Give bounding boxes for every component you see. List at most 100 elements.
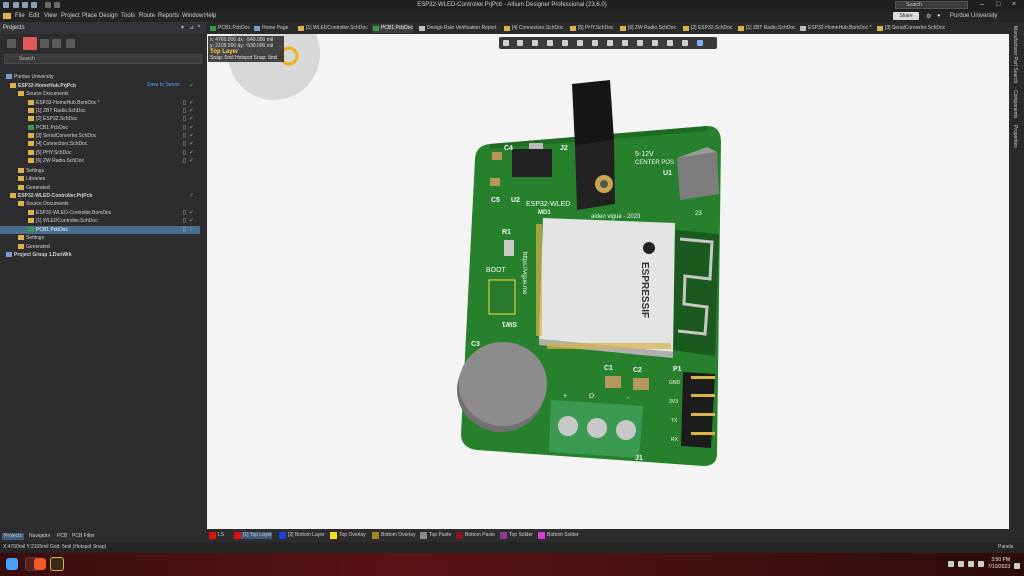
- layer-top-paste[interactable]: Top Paste: [420, 532, 451, 539]
- align-icon[interactable]: [577, 40, 583, 46]
- text-icon[interactable]: [652, 40, 658, 46]
- open-project-icon[interactable]: [40, 39, 49, 48]
- doc-tab[interactable]: Home Page: [253, 24, 288, 33]
- start-icon[interactable]: [6, 558, 18, 570]
- panel-gear-icon[interactable]: [66, 39, 75, 48]
- chart-icon[interactable]: [607, 40, 613, 46]
- layer-bottom-paste[interactable]: Bottom Paste: [456, 532, 495, 539]
- add-icon[interactable]: [532, 40, 538, 46]
- select-rect-icon[interactable]: [547, 40, 553, 46]
- tab-pcb-filter[interactable]: PCB Filter: [70, 533, 97, 540]
- tree-item[interactable]: [4] Connectors.SchDoc ✓ ▯: [0, 140, 200, 148]
- menu-reports[interactable]: Reports: [158, 13, 179, 19]
- tree-item[interactable]: Settings: [0, 234, 200, 242]
- doc-tab[interactable]: [1] ZBT Radio.SchDoc: [737, 24, 796, 33]
- doc-tab[interactable]: [6] ZW Radio.SchDoc: [619, 24, 676, 33]
- tab-manufacturer-part-search[interactable]: Manufacturer Part Search: [1012, 26, 1018, 83]
- route-icon[interactable]: [517, 40, 523, 46]
- tree-item[interactable]: ESP32-WLED-Controller.PrjPcb ✓: [0, 192, 200, 200]
- close-icon[interactable]: ×: [1012, 1, 1016, 8]
- tree-item[interactable]: [1] ZBT Radio.SchDoc ✓ ▯: [0, 107, 200, 115]
- save-to-server-link[interactable]: Save to Server: [147, 82, 180, 88]
- doc-tab-active[interactable]: PCB1.PcbDoc: [372, 24, 413, 33]
- app-menu-icon[interactable]: [3, 13, 11, 19]
- tree-item[interactable]: [3] SerialConverter.SchDoc ✓ ▯: [0, 132, 200, 140]
- tree-item[interactable]: Generated: [0, 243, 200, 251]
- layer-top[interactable]: [1] Top Layer: [234, 532, 272, 539]
- menu-place[interactable]: Place: [82, 13, 97, 19]
- share-button[interactable]: Share: [893, 12, 919, 20]
- layer-top-solder[interactable]: Top Solder: [500, 532, 533, 539]
- tree-item[interactable]: Source Documents: [0, 90, 200, 98]
- menu-edit[interactable]: Edit: [29, 13, 39, 19]
- wifi-icon[interactable]: [958, 561, 964, 567]
- panel-close-icon[interactable]: ×: [197, 24, 201, 30]
- maximize-icon[interactable]: □: [996, 1, 1000, 8]
- menu-window[interactable]: Window: [182, 13, 203, 19]
- tree-item[interactable]: [1] WLEDController.SchDoc ✓ ▯: [0, 217, 200, 225]
- folder-icon[interactable]: [52, 39, 61, 48]
- tab-projects[interactable]: Projects: [2, 533, 25, 540]
- tree-item[interactable]: PCB1.PcbDoc ✓ ▯: [0, 124, 200, 132]
- tree-item[interactable]: ESP32-WLED-Controller.BomDoc ✓ ▯: [0, 209, 200, 217]
- brave-browser-icon[interactable]: [34, 558, 46, 570]
- pin-icon[interactable]: [622, 40, 628, 46]
- tab-components[interactable]: Components: [1012, 90, 1018, 118]
- tree-item[interactable]: Project Group 1.DsnWrk: [0, 251, 200, 259]
- menu-design[interactable]: Design: [99, 13, 118, 19]
- tab-properties[interactable]: Properties: [1012, 125, 1018, 148]
- taskbar-clock[interactable]: 3:50 PM 7/10/2023: [988, 557, 1010, 571]
- tree-item[interactable]: Settings: [0, 167, 200, 175]
- shape-icon[interactable]: [637, 40, 643, 46]
- menu-project[interactable]: Project: [61, 13, 80, 19]
- new-document-icon[interactable]: [23, 37, 37, 50]
- doc-tab[interactable]: [5] PHY.SchDoc: [569, 24, 613, 33]
- menu-view[interactable]: View: [44, 13, 57, 19]
- project-search-input[interactable]: Search: [4, 54, 202, 64]
- tree-item[interactable]: Source Documents: [0, 200, 200, 208]
- global-search-input[interactable]: Search: [895, 1, 968, 9]
- tree-item[interactable]: ESP32-HomeHub.BomDoc * ✓ ▯: [0, 99, 200, 107]
- user-account[interactable]: Purdue University: [950, 13, 997, 19]
- menu-help[interactable]: Help: [204, 13, 216, 19]
- tree-item[interactable]: [6] ZW Radio.SchDoc ✓ ▯: [0, 157, 200, 165]
- tree-item[interactable]: [5] PHY.SchDoc ✓ ▯: [0, 149, 200, 157]
- tree-item[interactable]: PCB1.PcbDoc ✓ ▯: [0, 226, 200, 234]
- doc-tab[interactable]: PCB1.PcbDoc: [209, 24, 250, 33]
- tree-item[interactable]: Purdue University: [0, 73, 200, 81]
- region-icon[interactable]: [682, 40, 688, 46]
- altium-icon[interactable]: [50, 557, 64, 571]
- project-options-icon[interactable]: [7, 39, 16, 48]
- pcb-3d-canvas[interactable]: C4 C5 U2 J2 ESP32-WLED MD1 aiden vigue -…: [207, 34, 1009, 529]
- menu-file[interactable]: File: [15, 13, 25, 19]
- volume-icon[interactable]: [968, 561, 974, 567]
- move-icon[interactable]: [562, 40, 568, 46]
- layer-ls[interactable]: LS: [209, 532, 224, 539]
- minimize-icon[interactable]: –: [980, 1, 984, 8]
- notification-icon[interactable]: [1014, 563, 1020, 569]
- layer-top-overlay[interactable]: Top Overlay: [330, 532, 366, 539]
- component-icon[interactable]: [697, 40, 703, 46]
- pin-icon[interactable]: ⊿: [189, 24, 194, 31]
- menu-tools[interactable]: Tools: [121, 13, 135, 19]
- battery-icon[interactable]: [978, 561, 984, 567]
- doc-tab[interactable]: Design Rule Verification Report: [418, 24, 496, 33]
- doc-tab[interactable]: [4] Connectors.SchDoc: [503, 24, 563, 33]
- doc-tab[interactable]: [2] ESP32.SchDoc: [682, 24, 732, 33]
- layer-bottom[interactable]: [2] Bottom Layer: [279, 532, 325, 539]
- panel-menu-icon[interactable]: ▾: [181, 24, 184, 31]
- notifications-icon[interactable]: ●: [937, 13, 941, 19]
- doc-tab[interactable]: ESP32-HomeHub.BomDoc *: [799, 24, 872, 33]
- tree-item[interactable]: Generated: [0, 184, 200, 192]
- panels-button[interactable]: Panels: [998, 544, 1013, 550]
- doc-tab[interactable]: [3] SerialConverter.SchDoc: [876, 24, 945, 33]
- tree-item[interactable]: [2] ESP32.SchDoc ✓ ▯: [0, 115, 200, 123]
- filter-icon[interactable]: [503, 40, 509, 46]
- layer-bottom-solder[interactable]: Bottom Solder: [538, 532, 579, 539]
- gear-icon[interactable]: ⚙: [926, 13, 931, 20]
- tray-chevron-icon[interactable]: [948, 561, 954, 567]
- doc-tab[interactable]: [1] WLEDController.SchDoc: [297, 24, 368, 33]
- tab-pcb[interactable]: PCB: [55, 533, 69, 540]
- tab-navigator[interactable]: Navigator: [27, 533, 52, 540]
- tree-item[interactable]: Libraries: [0, 175, 200, 183]
